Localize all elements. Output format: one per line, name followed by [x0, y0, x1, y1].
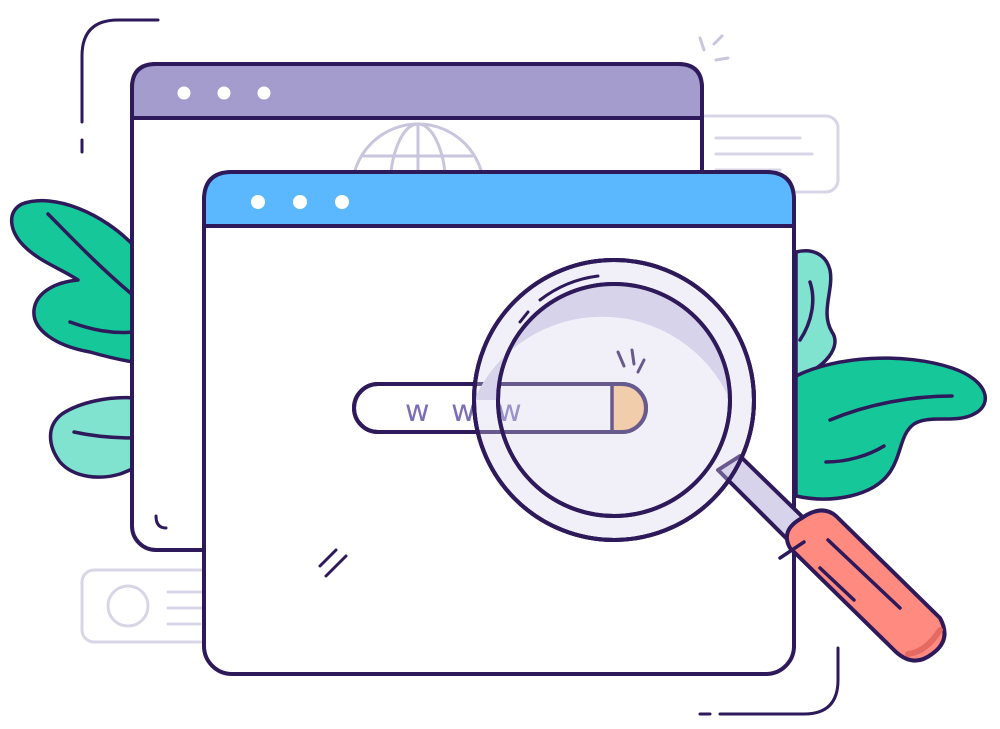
back-window-dot-1: [177, 86, 191, 100]
front-window-dot-3: [335, 195, 349, 209]
leaf-left: [10, 198, 136, 479]
sparkle-icon: [698, 34, 730, 62]
leaf-right: [794, 249, 988, 501]
back-window-dot-3: [257, 86, 271, 100]
front-window-dot-1: [251, 195, 265, 209]
front-window-dot-2: [293, 195, 307, 209]
back-window-dot-2: [217, 86, 231, 100]
search-illustration: w w w: [10, 18, 988, 716]
